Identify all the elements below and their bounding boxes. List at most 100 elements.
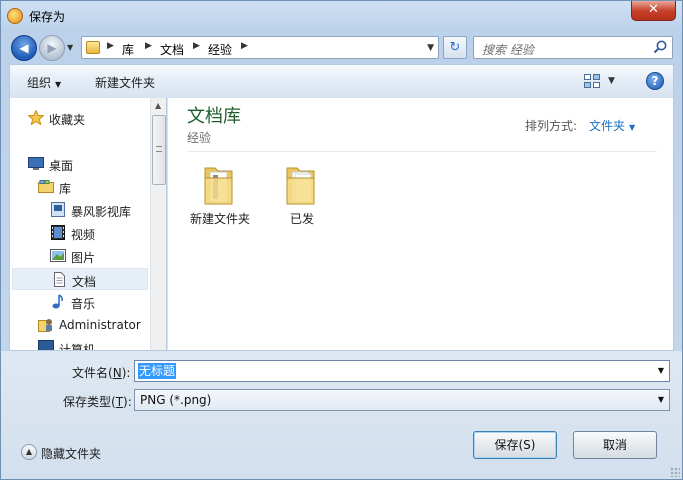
search-input[interactable]: 搜索 经验 <box>473 36 673 59</box>
nav-label: 收藏夹 <box>49 113 86 127</box>
nav-label: 计算机 <box>59 343 96 351</box>
file-list-pane: 文档库 经验 排列方式: 文件夹 ▼ 新建文件夹 已发 <box>167 98 674 351</box>
nav-item-libraries[interactable]: 库 <box>38 176 146 198</box>
nav-label: 音乐 <box>71 297 96 311</box>
nav-label: 桌面 <box>49 159 74 173</box>
save-options-panel: 文件名(N): 无标题 ▼ 保存类型(T): PNG (*.png) ▼ ▲ 隐… <box>1 351 682 479</box>
nav-item-video-library[interactable]: 暴风影视库 <box>50 199 146 221</box>
nav-label: 库 <box>59 182 72 196</box>
nav-label: 图片 <box>71 251 96 265</box>
filename-field[interactable]: 无标题 ▼ <box>134 360 670 382</box>
chevron-down-icon: ▼ <box>657 395 664 404</box>
scroll-thumb[interactable] <box>152 115 166 185</box>
folder-icon <box>204 167 233 205</box>
video-icon <box>51 225 65 240</box>
view-dropdown-icon[interactable]: ▼ <box>608 76 615 86</box>
folder-icon <box>86 41 100 54</box>
breadcrumb-separator-icon[interactable]: ▶ <box>193 41 200 51</box>
nav-label: 文档 <box>72 275 97 289</box>
command-bar: 组织 ▼ 新建文件夹 ▼ ? <box>9 64 674 98</box>
breadcrumb-documents[interactable]: 文档 <box>160 41 184 58</box>
arrange-by-label: 排列方式: <box>525 119 578 133</box>
breadcrumb-separator-icon[interactable]: ▶ <box>241 41 248 51</box>
filetype-hotkey: T <box>115 395 124 409</box>
nav-label: 暴风影视库 <box>71 205 132 219</box>
resize-grip-icon[interactable] <box>670 467 680 477</box>
search-icon[interactable] <box>652 39 668 55</box>
nav-label: 视频 <box>71 228 96 242</box>
star-icon <box>28 110 44 125</box>
scroll-up-icon[interactable]: ▲ <box>155 101 161 110</box>
organize-button[interactable]: 组织 ▼ <box>27 74 61 91</box>
help-icon[interactable]: ? <box>646 72 664 90</box>
filetype-value: PNG (*.png) <box>140 393 212 407</box>
address-row: ◀ ▶ ▼ ▶ 库 ▶ 文档 ▶ 经验 ▶ ▼ ↻ 搜索 经验 <box>1 31 682 63</box>
save-as-dialog: 保存为 ✕ ◀ ▶ ▼ ▶ 库 ▶ 文档 ▶ 经验 ▶ ▼ ↻ 搜索 经验 组织… <box>0 0 683 480</box>
breadcrumb-separator-icon[interactable]: ▶ <box>107 41 114 51</box>
nav-item-pictures[interactable]: 图片 <box>50 245 146 267</box>
filetype-label: 保存类型(T): <box>63 395 132 409</box>
breadcrumb-experience[interactable]: 经验 <box>208 41 232 58</box>
nav-item-administrator[interactable]: Administrator <box>38 314 146 336</box>
folder-item[interactable]: 新建文件夹 <box>180 158 260 228</box>
organize-label: 组织 <box>27 76 52 90</box>
refresh-button[interactable]: ↻ <box>443 36 467 59</box>
cancel-button[interactable]: 取消 <box>573 431 657 459</box>
window-title: 保存为 <box>29 10 66 24</box>
filename-label: 文件名(N): <box>72 366 131 380</box>
filename-value: 无标题 <box>138 363 177 379</box>
library-subtitle: 经验 <box>187 131 212 145</box>
file-name: 新建文件夹 <box>189 212 250 226</box>
new-folder-button[interactable]: 新建文件夹 <box>95 74 155 91</box>
close-button[interactable]: ✕ <box>631 1 676 21</box>
breadcrumb-separator-icon[interactable]: ▶ <box>145 41 152 51</box>
nav-item-music[interactable]: 音乐 <box>50 291 146 313</box>
filename-label-suffix: ): <box>121 366 131 380</box>
save-button[interactable]: 保存(S) <box>473 431 557 459</box>
nav-item-favorites[interactable]: 收藏夹 <box>28 107 146 129</box>
folder-icon <box>286 167 315 205</box>
chevron-down-icon[interactable]: ▼ <box>658 366 664 375</box>
breadcrumb-library[interactable]: 库 <box>122 41 134 58</box>
library-title: 文档库 <box>187 106 241 127</box>
nav-item-documents[interactable]: 文档 <box>12 268 148 290</box>
change-view-icon[interactable] <box>584 74 600 88</box>
filename-hotkey: N <box>112 366 122 380</box>
chevron-down-icon: ▼ <box>55 80 62 89</box>
document-icon <box>54 272 65 287</box>
hide-folders-label: 隐藏文件夹 <box>41 447 102 461</box>
search-placeholder: 搜索 经验 <box>482 43 534 57</box>
music-icon <box>52 294 63 309</box>
chevron-up-icon: ▲ <box>21 444 37 460</box>
nav-item-computer[interactable]: 计算机 <box>38 337 146 351</box>
computer-icon <box>38 340 54 350</box>
library-icon <box>38 180 54 193</box>
navigation-pane: 收藏夹 桌面 库 暴风影视库 视频 图片 文档 音乐 Administrator… <box>9 98 167 351</box>
arrange-by-value: 文件夹 <box>589 119 626 133</box>
filetype-select[interactable]: PNG (*.png) ▼ <box>134 389 670 411</box>
chevron-down-icon: ▼ <box>629 123 636 132</box>
back-button[interactable]: ◀ <box>11 35 37 61</box>
scroll-grip-icon <box>156 146 162 152</box>
address-bar[interactable]: ▶ 库 ▶ 文档 ▶ 经验 ▶ ▼ <box>81 36 439 59</box>
history-dropdown-icon[interactable]: ▼ <box>67 43 73 52</box>
divider <box>187 151 657 152</box>
desktop-icon <box>28 157 44 170</box>
filetype-label-text: 保存类型 <box>63 395 112 409</box>
folder-item[interactable]: 已发 <box>262 158 342 228</box>
app-icon <box>7 8 23 24</box>
address-dropdown-icon[interactable]: ▼ <box>427 43 434 53</box>
nav-scrollbar[interactable]: ▲ <box>150 98 166 350</box>
video-library-icon <box>51 202 65 217</box>
picture-icon <box>50 249 66 262</box>
forward-button[interactable]: ▶ <box>39 35 65 61</box>
file-name: 已发 <box>289 212 314 226</box>
arrange-by-dropdown[interactable]: 文件夹 ▼ <box>589 117 635 134</box>
nav-label: Administrator <box>59 318 141 332</box>
title-bar: 保存为 ✕ <box>1 1 682 31</box>
user-folder-icon <box>38 319 52 332</box>
nav-item-videos[interactable]: 视频 <box>50 222 146 244</box>
filename-label-text: 文件名 <box>72 366 109 380</box>
filetype-label-suffix: ): <box>123 395 132 409</box>
nav-item-desktop[interactable]: 桌面 <box>28 153 146 175</box>
